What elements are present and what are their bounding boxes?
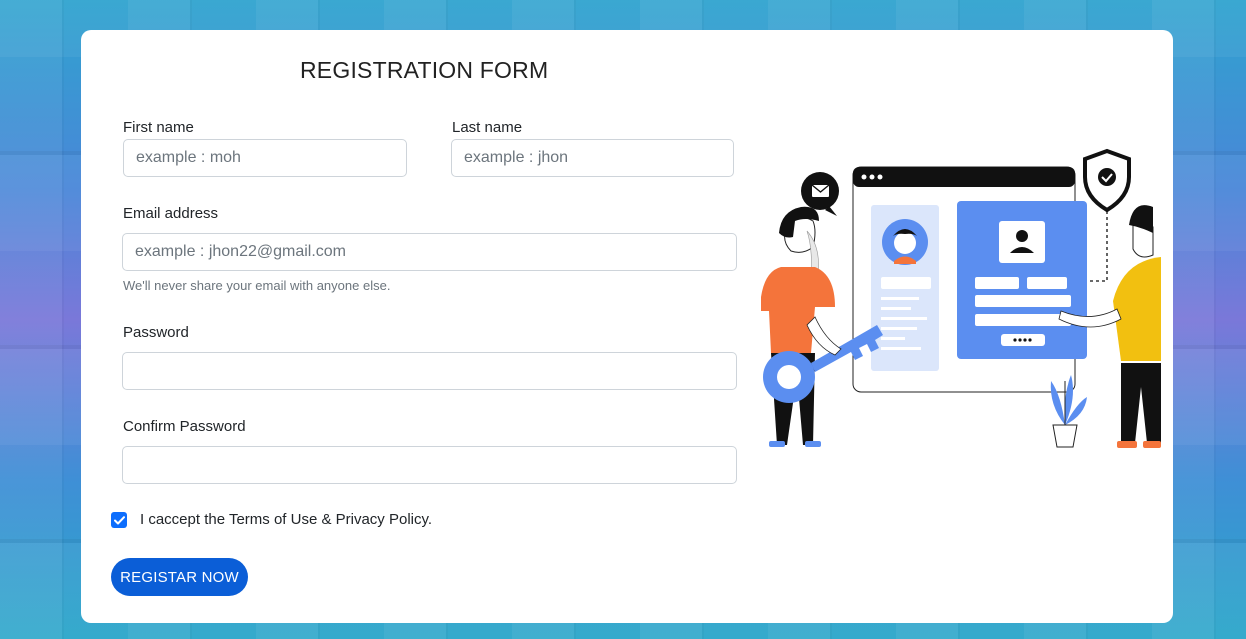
last-name-input[interactable] [451,139,734,177]
email-help-text: We'll never share your email with anyone… [123,278,391,293]
confirm-password-input[interactable] [122,446,737,484]
last-name-label: Last name [452,119,523,136]
browser-window-graphic [852,166,1087,393]
page-title: REGISTRATION FORM [300,57,549,83]
terms-label[interactable]: I caccept the Terms of Use & Privacy Pol… [140,511,432,528]
email-label: Email address [123,205,219,222]
first-name-label: First name [123,119,194,136]
terms-checkbox[interactable] [111,512,127,528]
confirm-password-label: Confirm Password [123,418,246,435]
check-icon [113,515,125,524]
register-button[interactable]: REGISTAR NOW [111,558,248,596]
password-label: Password [123,324,189,341]
password-input[interactable] [122,352,737,390]
email-input[interactable] [122,233,737,271]
shield-check-icon [1083,148,1131,282]
first-name-input[interactable] [123,139,407,177]
registration-illustration [761,148,1161,448]
registration-card: REGISTRATION FORM First name Last name E… [81,30,1173,623]
